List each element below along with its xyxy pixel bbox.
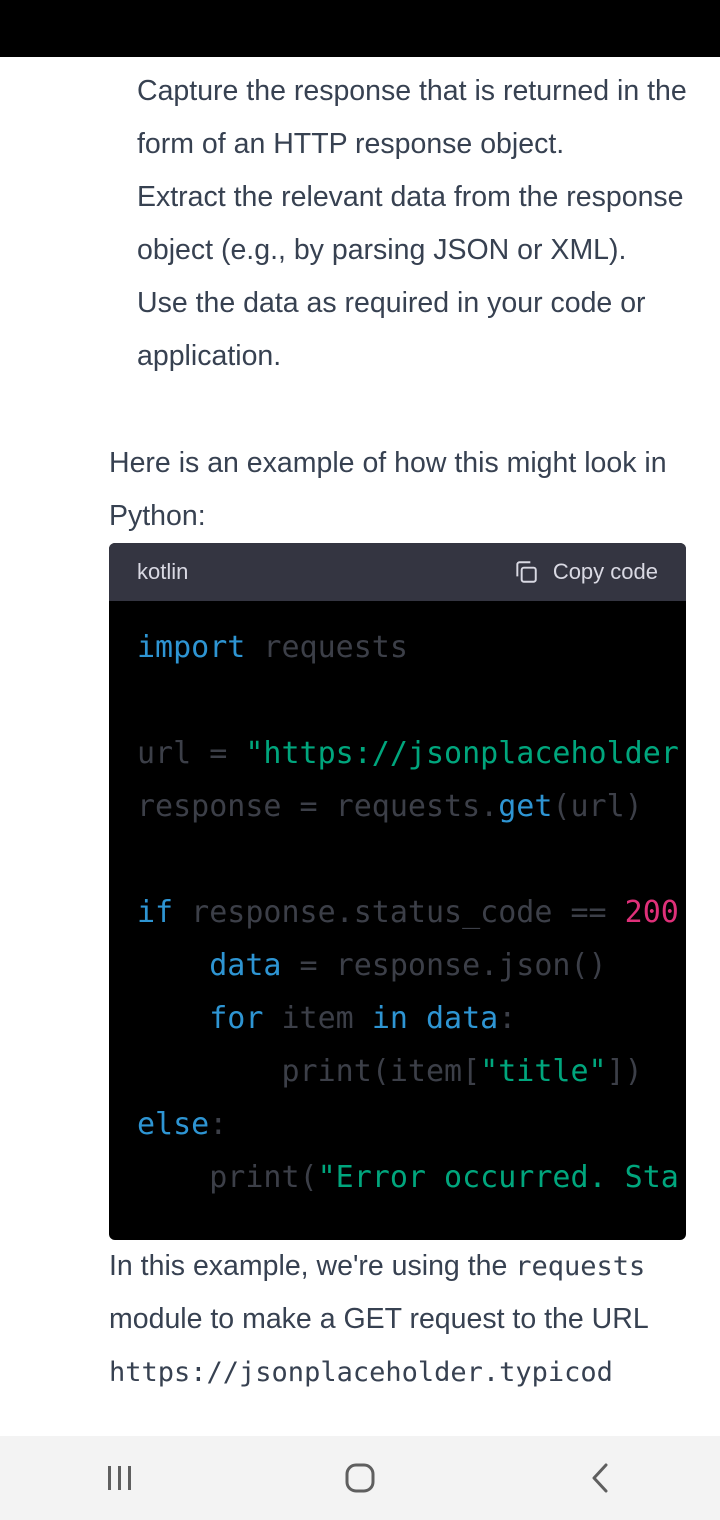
navigation-bar — [0, 1436, 720, 1520]
code-token: in — [371, 1001, 408, 1036]
code-token: response = requests. — [137, 789, 499, 824]
code-token: print(item[ — [137, 1054, 481, 1089]
code-token: print( — [137, 1160, 318, 1195]
recents-icon — [108, 1466, 131, 1490]
intro-paragraph: Here is an example of how this might loo… — [109, 447, 667, 532]
code-line: data = response.json() — [137, 939, 679, 992]
list-item: Capture the response that is returned in… — [137, 75, 687, 160]
code-token: import — [137, 630, 246, 665]
code-token: : — [498, 1001, 517, 1036]
explanation-text-2: module to make a GET request to the URL — [109, 1303, 648, 1335]
code-token: : — [209, 1107, 228, 1142]
code-token: response.status_code == — [173, 895, 625, 930]
list-item: Use the data as required in your code or… — [137, 287, 646, 372]
code-token: data — [209, 948, 282, 983]
code-line: if response.status_code == 200 — [137, 886, 679, 939]
back-button[interactable] — [540, 1436, 660, 1520]
code-token: "https://jsonplaceholder — [245, 736, 679, 771]
code-header: kotlin Copy code — [109, 543, 686, 601]
code-token: 200 — [624, 895, 679, 930]
status-bar — [0, 0, 720, 57]
code-token: (url) — [552, 789, 643, 824]
recents-button[interactable] — [60, 1436, 180, 1520]
code-token: for — [209, 1001, 264, 1036]
inline-code-module: requests — [515, 1251, 646, 1282]
code-line: print("Error occurred. Sta — [137, 1151, 679, 1204]
code-language-label: kotlin — [137, 559, 189, 584]
code-token: data — [426, 1001, 499, 1036]
steps-list: Capture the response that is returned in… — [137, 65, 697, 383]
code-token: item — [263, 1001, 372, 1036]
code-token: url = — [137, 736, 246, 771]
code-token: ]) — [606, 1054, 643, 1089]
code-block: kotlin Copy code import requests url = "… — [109, 543, 686, 1240]
code-line: else: — [137, 1098, 679, 1151]
code-line: response = requests.get(url) — [137, 780, 679, 833]
code-token: "Error occurred. Sta — [317, 1160, 679, 1195]
copy-code-label: Copy code — [552, 559, 658, 584]
copy-code-button[interactable]: Copy code — [513, 559, 658, 585]
list-item: Extract the relevant data from the respo… — [137, 181, 684, 266]
code-token: requests — [245, 630, 408, 665]
code-line: print(item["title"]) — [137, 1045, 679, 1098]
code-line: import requests — [137, 621, 679, 674]
code-text: import requests url = "https://jsonplace… — [137, 621, 679, 1204]
explanation-text-1: In this example, we're using the — [109, 1250, 516, 1282]
back-icon — [592, 1463, 608, 1493]
explanation-paragraph: In this example, we're using the request… — [109, 1240, 699, 1399]
home-icon — [345, 1463, 375, 1493]
home-button[interactable] — [300, 1436, 420, 1520]
code-line: for item in data: — [137, 992, 679, 1045]
code-token: else — [137, 1107, 210, 1142]
code-token: get — [498, 789, 553, 824]
chat-content[interactable]: Capture the response that is returned in… — [0, 57, 720, 1436]
code-line: url = "https://jsonplaceholder — [137, 727, 679, 780]
code-token: if — [137, 895, 174, 930]
copy-icon — [516, 561, 537, 583]
inline-code-url: https://jsonplaceholder.typicod — [109, 1357, 613, 1388]
code-token: = response.json() — [281, 948, 607, 983]
code-token: "title" — [480, 1054, 607, 1089]
